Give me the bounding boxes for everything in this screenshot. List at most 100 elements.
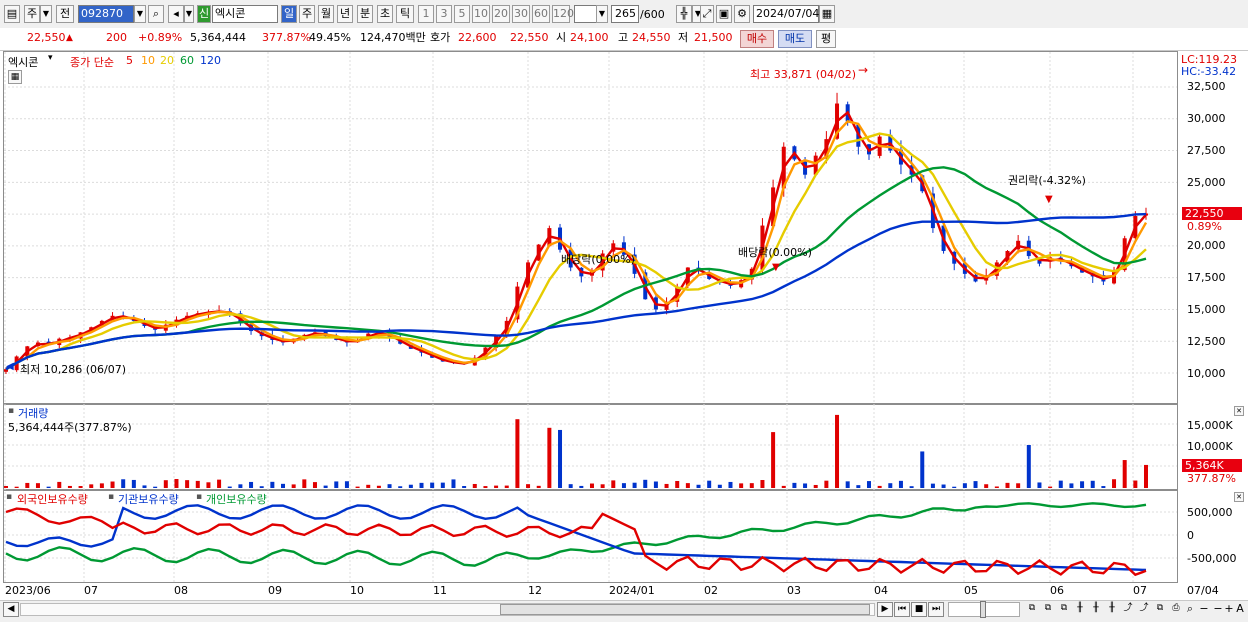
volume-bar — [1037, 482, 1042, 488]
volume-bar — [685, 483, 690, 488]
volume-bar — [355, 486, 360, 488]
last-page-icon[interactable]: ⏭ — [928, 602, 944, 617]
volume-bar — [824, 480, 829, 488]
volume-bar — [408, 484, 413, 488]
volume-bar — [984, 484, 989, 488]
holding-panel-close-icon[interactable]: ✕ — [1234, 492, 1244, 502]
volume-bar — [376, 485, 381, 488]
holding-marker-icon: ▪ — [6, 492, 13, 502]
volume-bar — [131, 479, 136, 488]
holding-ytick: 500,000 — [1187, 506, 1233, 519]
volume-bar — [760, 480, 765, 488]
volume-bar — [440, 482, 445, 488]
volume-ytick: 15,000K — [1187, 419, 1233, 432]
current-pct-tag: 0.89% — [1187, 220, 1222, 233]
individual-holding-line — [5, 502, 1147, 567]
price-ytick: 32,500 — [1187, 80, 1226, 93]
scroll-left-icon[interactable]: ◀ — [3, 602, 19, 617]
text-size-icon[interactable]: A — [1232, 602, 1248, 617]
volume-bar — [57, 481, 62, 488]
volume-bar — [1112, 479, 1117, 488]
volume-bar — [558, 429, 563, 488]
volume-bar — [1101, 486, 1106, 488]
volume-panel-close-icon[interactable]: ✕ — [1234, 406, 1244, 416]
volume-bar — [1058, 480, 1063, 488]
volume-bar — [728, 481, 733, 488]
volume-bar — [845, 481, 850, 488]
ma-legend-label: 종가 단순 — [70, 56, 114, 69]
first-page-icon[interactable]: ⏮ — [894, 602, 910, 617]
volume-bar — [67, 485, 72, 488]
ma20-legend: 20 — [160, 54, 174, 67]
scroll-right-icon[interactable]: ▶ — [877, 602, 893, 617]
volume-bar — [707, 480, 712, 488]
layout-icon[interactable]: ⧉ — [1024, 602, 1040, 617]
x-tick: 2024/01 — [609, 584, 655, 597]
volume-bar — [866, 481, 871, 488]
volume-bar — [195, 480, 200, 488]
chart-type-icon[interactable]: ╫ — [1088, 602, 1104, 617]
x-tick: 04 — [874, 584, 888, 597]
volume-bar — [589, 483, 594, 488]
volume-bar — [717, 484, 722, 488]
volume-bar — [962, 483, 967, 488]
volume-bar — [174, 479, 179, 488]
table-view-icon[interactable]: ▦ — [8, 70, 22, 84]
volume-bar — [312, 482, 317, 488]
volume-bar — [142, 485, 147, 488]
volume-bar — [803, 483, 808, 488]
zoom-slider-thumb[interactable] — [980, 601, 986, 618]
volume-bar — [163, 480, 168, 488]
holding-marker-icon: ▪ — [108, 492, 115, 502]
volume-bar — [547, 427, 552, 488]
x-tick: 02 — [704, 584, 718, 597]
stop-icon[interactable]: ■ — [911, 602, 927, 617]
layout-icon[interactable]: ⧉ — [1040, 602, 1056, 617]
volume-bar — [1090, 480, 1095, 488]
rights-marker-icon: ▼ — [1045, 194, 1053, 205]
holding-ytick: 0 — [1187, 529, 1194, 542]
trend-icon[interactable]: ⤴ — [1136, 602, 1152, 617]
volume-bar — [366, 484, 371, 488]
volume-bar — [217, 479, 222, 488]
volume-bar — [1144, 464, 1148, 488]
high-annotation: 최고 33,871 (04/02) — [750, 68, 857, 81]
volume-bar — [941, 484, 946, 488]
volume-bar — [1026, 445, 1031, 488]
volume-bar — [344, 481, 349, 488]
volume-bar — [930, 483, 935, 488]
hc-label: HC:-33.42 — [1181, 65, 1237, 78]
volume-bar — [270, 481, 275, 488]
layout-icon[interactable]: ⧉ — [1056, 602, 1072, 617]
volume-bar — [483, 486, 488, 488]
volume-bar — [621, 483, 626, 488]
volume-marker-icon: ▪ — [8, 406, 15, 416]
price-ytick: 25,000 — [1187, 176, 1226, 189]
volume-bar — [89, 484, 94, 488]
volume-bar — [1016, 483, 1021, 488]
volume-bar — [334, 481, 339, 488]
volume-bar — [227, 486, 232, 488]
volume-bar — [579, 485, 584, 488]
trend-icon[interactable]: ⤴ — [1120, 602, 1136, 617]
copy-icon[interactable]: ⧉ — [1152, 602, 1168, 617]
volume-bar — [323, 485, 328, 488]
chart-type-icon[interactable]: ╫ — [1104, 602, 1120, 617]
volume-bar — [281, 483, 286, 488]
chart-canvas[interactable] — [0, 0, 1248, 621]
chart-type-icon[interactable]: ╫ — [1072, 602, 1088, 617]
x-tick: 12 — [528, 584, 542, 597]
volume-bar — [568, 484, 573, 488]
volume-bar — [291, 484, 296, 488]
x-tick: 2023/06 — [5, 584, 51, 597]
volume-bar — [153, 486, 158, 488]
volume-bar — [1133, 480, 1138, 488]
low-annotation: 최저 10,286 (06/07) — [20, 363, 127, 376]
scroll-thumb[interactable] — [500, 604, 870, 615]
volume-bar — [664, 483, 669, 488]
volume-bar — [504, 485, 509, 488]
volume-bar — [1048, 486, 1053, 488]
dividend-marker-icon: ▼ — [772, 262, 780, 273]
current-price-tag: 22,550 — [1182, 207, 1242, 220]
volume-bar — [14, 486, 19, 488]
